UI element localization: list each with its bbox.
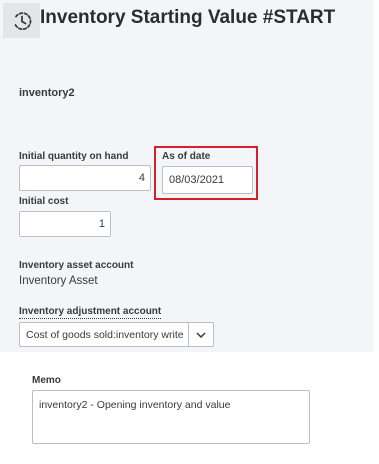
as-of-date-label: As of date bbox=[162, 151, 211, 162]
initial-cost-label: Initial cost bbox=[19, 196, 69, 207]
inventory-asset-account-label: Inventory asset account bbox=[19, 260, 134, 271]
page-title: Inventory Starting Value #START bbox=[40, 7, 336, 28]
item-name: inventory2 bbox=[19, 87, 75, 99]
memo-textarea[interactable]: inventory2 - Opening inventory and value bbox=[32, 390, 310, 444]
initial-quantity-input[interactable]: 4 bbox=[19, 165, 151, 191]
history-clock-icon[interactable] bbox=[3, 3, 40, 38]
memo-label: Memo bbox=[32, 375, 61, 386]
as-of-date-input[interactable]: 08/03/2021 bbox=[162, 166, 253, 194]
inventory-adjustment-account-select[interactable]: Cost of goods sold:inventory write bbox=[19, 322, 214, 347]
initial-quantity-label: Initial quantity on hand bbox=[19, 151, 129, 162]
inventory-asset-account-value: Inventory Asset bbox=[19, 275, 98, 287]
chevron-down-icon[interactable] bbox=[188, 323, 213, 346]
inventory-adjustment-account-label: Inventory adjustment account bbox=[19, 306, 162, 319]
initial-cost-input[interactable]: 1 bbox=[19, 211, 111, 237]
inventory-adjustment-account-value: Cost of goods sold:inventory write bbox=[26, 328, 184, 341]
